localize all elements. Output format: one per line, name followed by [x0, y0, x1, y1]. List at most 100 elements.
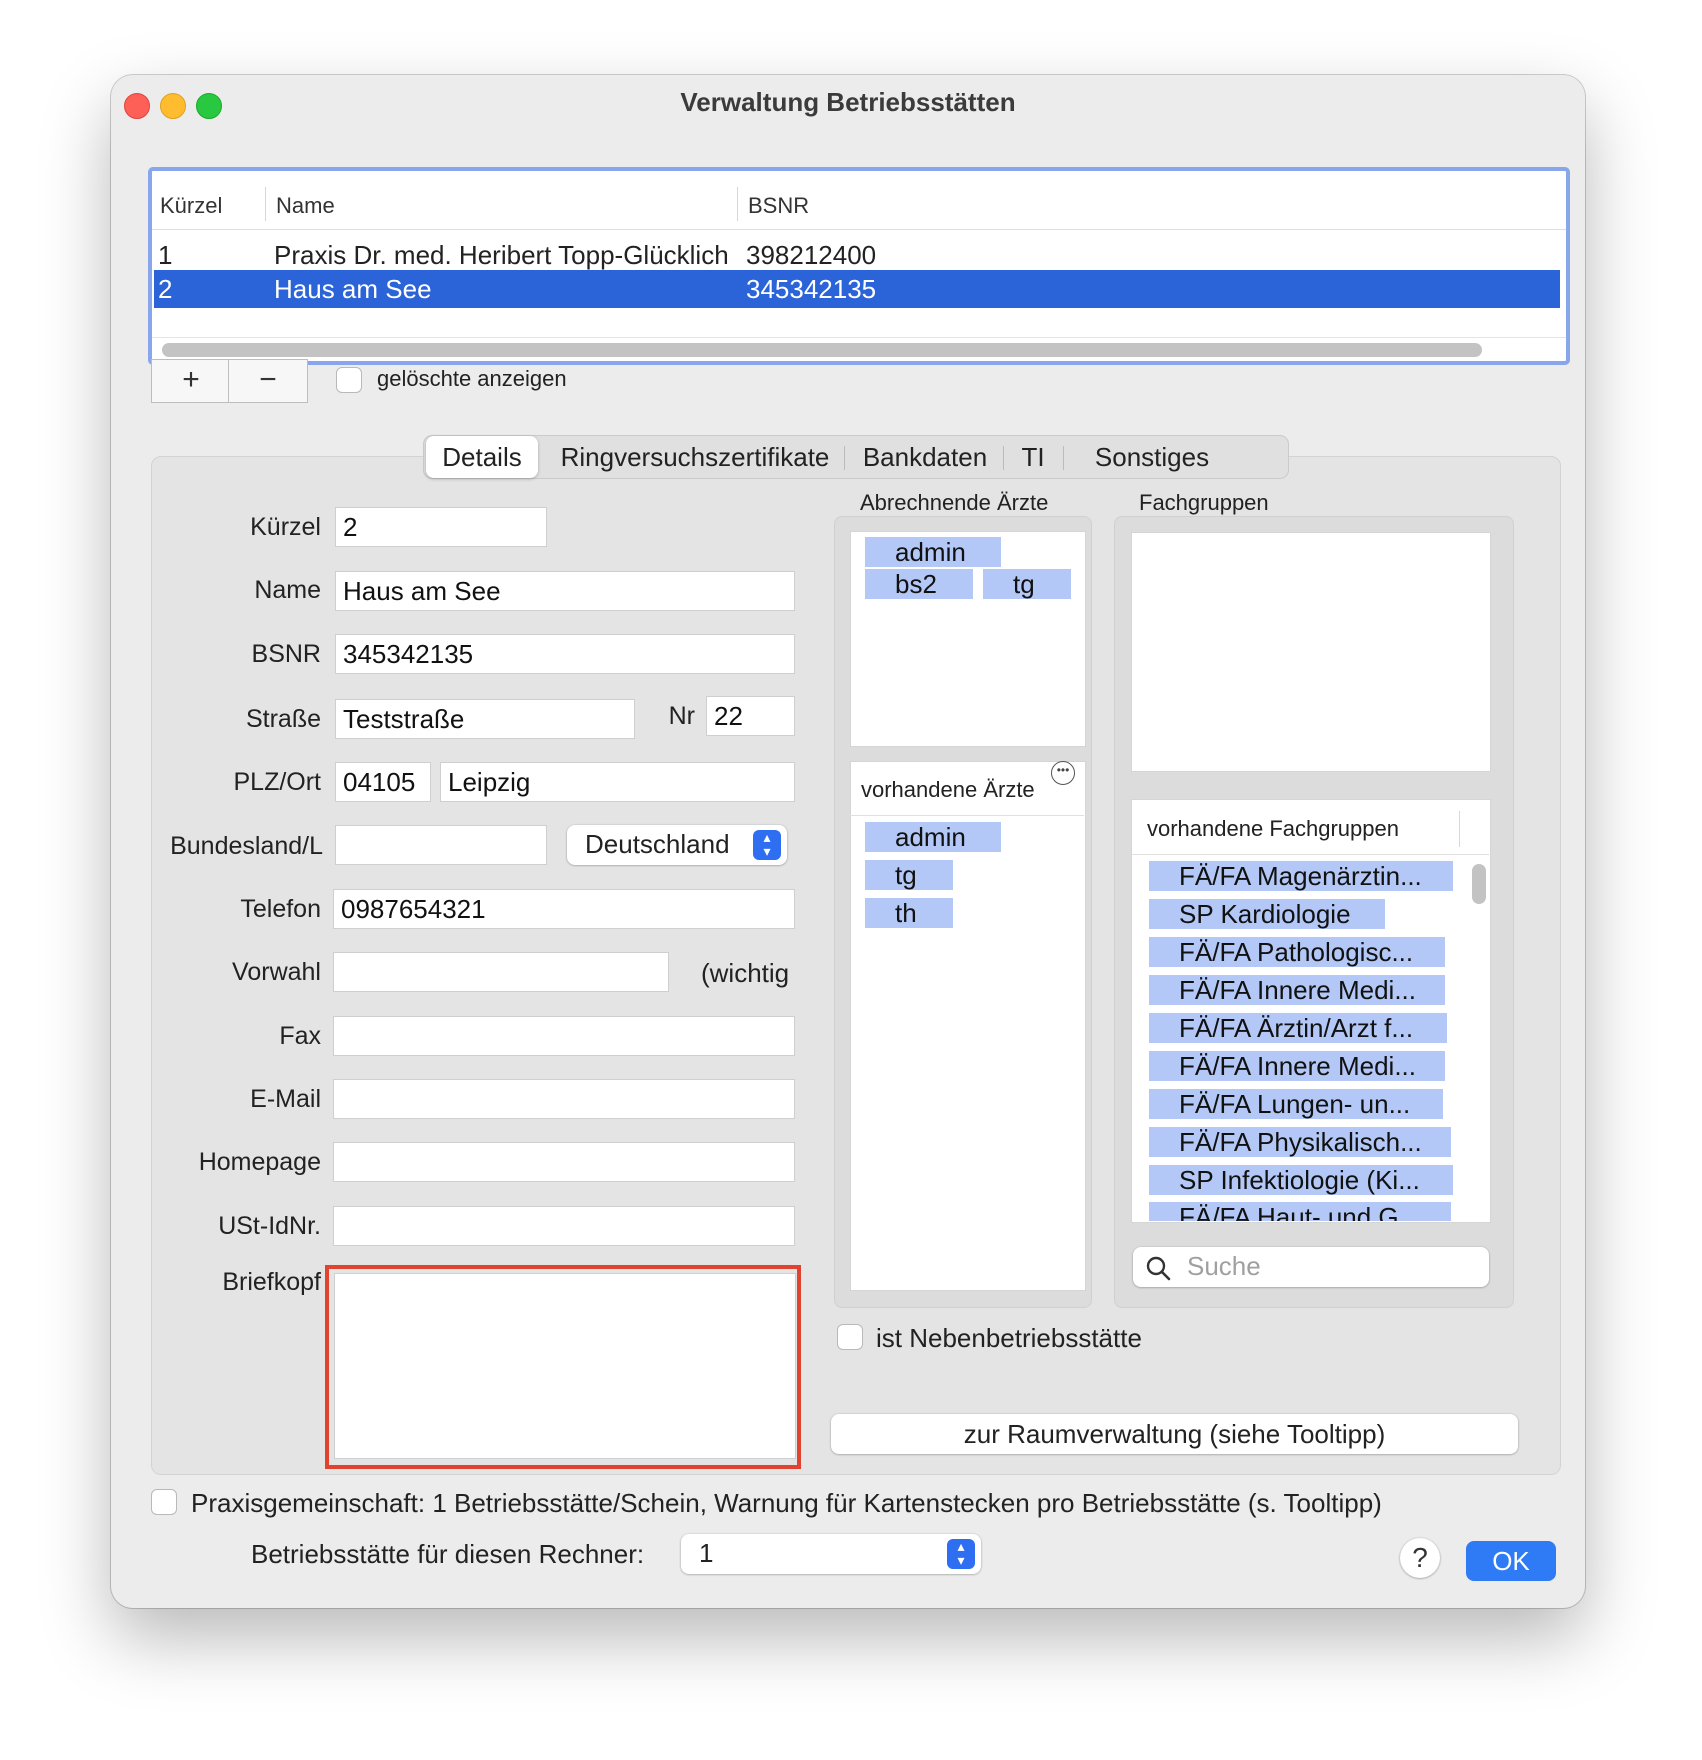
specialty-chip[interactable]: FÄ/FA Magenärztin...: [1149, 861, 1453, 891]
specialty-chip[interactable]: FÄ/FA Innere Medi...: [1149, 1051, 1445, 1081]
bundesland-input[interactable]: [335, 825, 547, 865]
fax-input[interactable]: [333, 1016, 795, 1056]
tab-separator: [1063, 446, 1064, 470]
column-header-kuerzel[interactable]: Kürzel: [160, 193, 222, 219]
column-separator: [265, 187, 266, 221]
homepage-input[interactable]: [333, 1142, 795, 1182]
tab-ringversuchszertifikate[interactable]: Ringversuchszertifikate: [550, 436, 840, 478]
billing-doctor-chip[interactable]: tg: [983, 569, 1071, 599]
ort-input[interactable]: Leipzig: [440, 762, 795, 802]
name-label: Name: [254, 576, 321, 604]
column-separator: [737, 187, 738, 221]
email-input[interactable]: [333, 1079, 795, 1119]
nr-input[interactable]: 22: [706, 696, 795, 736]
strasse-input[interactable]: Teststraße: [335, 699, 635, 739]
email-label: E-Mail: [250, 1085, 321, 1113]
rechner-select-value: 1: [699, 1538, 714, 1568]
vorwahl-label: Vorwahl: [232, 958, 321, 986]
country-select-value: Deutschland: [585, 829, 730, 859]
briefkopf-highlight-frame: [325, 1265, 801, 1469]
tab-ti[interactable]: TI: [1006, 436, 1060, 478]
rechner-select-arrows-icon: ▴ ▾: [947, 1539, 975, 1569]
search-placeholder: Suche: [1187, 1251, 1261, 1281]
kuerzel-input[interactable]: 2: [335, 507, 547, 547]
specialty-search-field[interactable]: Suche: [1133, 1247, 1489, 1287]
specialties-scrollbar[interactable]: [1472, 864, 1486, 904]
fax-label: Fax: [279, 1022, 321, 1050]
more-options-icon[interactable]: •••: [1051, 761, 1075, 785]
raumverwaltung-button[interactable]: zur Raumverwaltung (siehe Tooltipp): [831, 1414, 1518, 1454]
telefon-input[interactable]: 0987654321: [333, 889, 795, 929]
ok-button[interactable]: OK: [1466, 1541, 1556, 1581]
telefon-label: Telefon: [240, 895, 321, 923]
available-specialties-title: vorhandene Fachgruppen: [1147, 816, 1399, 841]
nebenbetriebsstaette-label: ist Nebenbetriebsstätte: [876, 1323, 1142, 1353]
cell-bsnr: 345342135: [746, 274, 877, 304]
remove-button[interactable]: −: [228, 359, 308, 403]
ust-label: USt-IdNr.: [218, 1212, 321, 1240]
table-row-selected[interactable]: 2 Haus am See 345342135: [154, 270, 1560, 308]
available-doctor-chip[interactable]: admin: [865, 822, 1001, 852]
header-divider: [152, 229, 1566, 230]
ust-input[interactable]: [333, 1206, 795, 1246]
specialty-chip[interactable]: FÄ/FA Haut- und G...: [1149, 1202, 1451, 1221]
show-deleted-label: gelöschte anzeigen: [377, 366, 567, 391]
column-header-name[interactable]: Name: [276, 193, 335, 219]
kuerzel-label: Kürzel: [250, 513, 321, 541]
vorwahl-input[interactable]: [333, 952, 669, 992]
cell-bsnr: 398212400: [746, 240, 877, 270]
specialties-title: Fachgruppen: [1139, 490, 1269, 515]
briefkopf-label: Briefkopf: [222, 1268, 321, 1296]
column-separator: [1459, 811, 1460, 847]
tab-sonstiges[interactable]: Sonstiges: [1068, 436, 1236, 478]
table-divider: [152, 337, 1566, 338]
name-input[interactable]: Haus am See: [335, 571, 795, 611]
betriebsstaetten-table[interactable]: Kürzel Name BSNR 1 Praxis Dr. med. Herib…: [148, 167, 1570, 365]
tab-bankdaten[interactable]: Bankdaten: [850, 436, 1000, 478]
strasse-label: Straße: [245, 705, 321, 733]
praxisgemeinschaft-label: Praxisgemeinschaft: 1 Betriebsstätte/Sch…: [191, 1488, 1382, 1518]
tab-separator: [1003, 446, 1004, 470]
billing-doctors-title: Abrechnende Ärzte: [860, 490, 1049, 515]
nebenbetriebsstaette-checkbox[interactable]: [837, 1324, 863, 1350]
tab-details[interactable]: Details: [426, 436, 538, 478]
horizontal-scrollbar[interactable]: [162, 343, 1482, 357]
bsnr-input[interactable]: 345342135: [335, 634, 795, 674]
available-doctors-title: vorhandene Ärzte: [861, 777, 1035, 802]
cell-name: Haus am See: [274, 274, 432, 304]
specialty-chip[interactable]: SP Kardiologie: [1149, 899, 1385, 929]
cell-kuerzel: 2: [158, 274, 173, 304]
tab-separator: [844, 446, 845, 470]
country-select-arrows-icon: ▴ ▾: [753, 830, 781, 860]
specialty-chip[interactable]: FÄ/FA Innere Medi...: [1149, 975, 1445, 1005]
specialty-chip[interactable]: FÄ/FA Lungen- un...: [1149, 1089, 1443, 1119]
title-bar: Verwaltung Betriebsstätten: [111, 75, 1585, 135]
tab-bar: Details Ringversuchszertifikate Bankdate…: [423, 435, 1289, 479]
show-deleted-checkbox[interactable]: [336, 367, 362, 393]
specialty-chip[interactable]: FÄ/FA Pathologisc...: [1149, 937, 1445, 967]
cell-kuerzel: 1: [158, 240, 173, 270]
available-doctor-chip[interactable]: tg: [865, 860, 953, 890]
billing-doctor-chip[interactable]: bs2: [865, 569, 973, 599]
specialty-chip[interactable]: FÄ/FA Ärztin/Arzt f...: [1149, 1013, 1447, 1043]
rechner-select[interactable]: 1: [681, 1534, 981, 1574]
column-header-bsnr[interactable]: BSNR: [748, 193, 809, 219]
plz-input[interactable]: 04105: [335, 762, 431, 802]
vorwahl-note: (wichtig: [701, 958, 790, 988]
list-header-divider: [850, 815, 1084, 816]
homepage-label: Homepage: [198, 1148, 321, 1176]
specialty-chip[interactable]: FÄ/FA Physikalisch...: [1149, 1127, 1451, 1157]
billing-doctor-chip[interactable]: admin: [865, 537, 1001, 567]
assigned-specialties-list[interactable]: [1131, 532, 1491, 772]
add-button[interactable]: +: [151, 359, 231, 403]
list-header-divider: [1131, 854, 1489, 855]
cell-name: Praxis Dr. med. Heribert Topp-Glücklich: [274, 240, 729, 270]
help-button[interactable]: ?: [1400, 1538, 1440, 1578]
table-row[interactable]: 1 Praxis Dr. med. Heribert Topp-Glücklic…: [154, 236, 1560, 274]
specialty-chip[interactable]: SP Infektiologie (Ki...: [1149, 1165, 1453, 1195]
bsnr-label: BSNR: [251, 640, 321, 668]
window-title: Verwaltung Betriebsstätten: [680, 87, 1016, 117]
praxisgemeinschaft-checkbox[interactable]: [151, 1489, 177, 1515]
rechner-label: Betriebsstätte für diesen Rechner:: [251, 1539, 645, 1569]
available-doctor-chip[interactable]: th: [865, 898, 953, 928]
